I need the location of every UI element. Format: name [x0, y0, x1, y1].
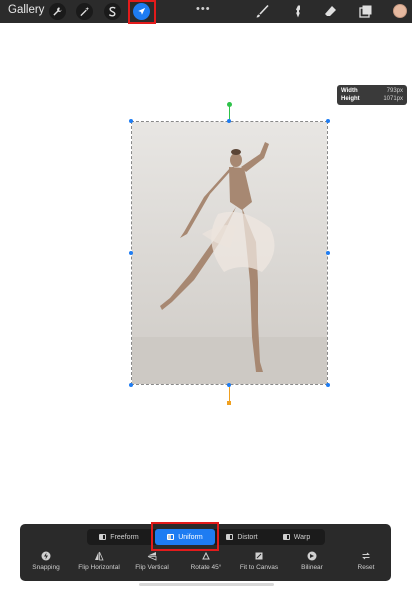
edge-handle-top[interactable] — [227, 119, 231, 123]
anchor-guide-line — [229, 387, 230, 401]
height-label: Height — [341, 96, 360, 102]
more-options-button[interactable]: ••• — [196, 3, 211, 15]
flip-vertical-label: Flip Vertical — [135, 564, 169, 571]
corner-handle-bottom-left[interactable] — [129, 383, 133, 387]
rotate-45-label: Rotate 45° — [190, 564, 222, 571]
active-mode-highlight — [151, 522, 219, 551]
top-toolbar: Gallery ••• — [0, 0, 412, 24]
corner-handle-top-right[interactable] — [326, 119, 330, 123]
selection-s-icon[interactable] — [104, 3, 121, 20]
flip-horizontal-button[interactable]: Flip Horizontal — [76, 551, 122, 571]
reset-arrows-icon — [362, 552, 370, 560]
freeform-icon — [99, 534, 107, 540]
wrench-icon[interactable] — [49, 3, 66, 20]
rotate-45-button[interactable]: Rotate 45° — [186, 551, 226, 571]
fit-to-canvas-button[interactable]: Fit to Canvas — [238, 551, 280, 571]
bilinear-label: Bilinear — [301, 564, 323, 571]
bilinear-icon — [307, 551, 317, 561]
flip-horizontal-icon — [95, 551, 104, 561]
fit-to-canvas-icon — [255, 552, 263, 560]
bilinear-button[interactable]: Bilinear — [296, 551, 328, 571]
active-tool-highlight — [128, 0, 156, 24]
transform-selection-box[interactable] — [131, 121, 328, 385]
mode-distort-label: Distort — [237, 533, 258, 541]
corner-handle-bottom-right[interactable] — [326, 383, 330, 387]
rotation-handle[interactable] — [227, 102, 232, 107]
flip-vertical-button[interactable]: Flip Vertical — [132, 551, 172, 571]
transform-panel: Freeform Uniform Distort Warp Snapping F… — [20, 522, 391, 581]
snapping-label: Snapping — [32, 564, 60, 571]
eraser-icon[interactable] — [322, 3, 339, 20]
distort-icon — [226, 534, 234, 540]
edge-handle-left[interactable] — [129, 251, 133, 255]
magic-wand-icon[interactable] — [76, 3, 93, 20]
size-popover: Width 793px Height 1071px — [337, 85, 407, 105]
flip-horizontal-label: Flip Horizontal — [78, 564, 120, 571]
mode-distort[interactable]: Distort — [212, 529, 272, 545]
mode-freeform[interactable]: Freeform — [89, 529, 149, 545]
layers-icon[interactable] — [357, 3, 374, 20]
snapping-icon — [41, 551, 51, 561]
mode-warp-label: Warp — [293, 533, 311, 541]
reset-button[interactable]: Reset — [348, 551, 384, 571]
width-label: Width — [341, 88, 358, 94]
width-value: 793px — [386, 88, 403, 94]
corner-handle-top-left[interactable] — [129, 119, 133, 123]
gallery-button[interactable]: Gallery — [8, 4, 44, 16]
reset-label: Reset — [357, 564, 375, 571]
brush-icon[interactable] — [254, 3, 271, 20]
size-height-row: Height 1071px — [341, 95, 403, 103]
fit-to-canvas-label: Fit to Canvas — [239, 564, 279, 571]
snapping-button[interactable]: Snapping — [28, 551, 64, 571]
mode-warp[interactable]: Warp — [269, 529, 324, 545]
edge-handle-right[interactable] — [326, 251, 330, 255]
size-width-row: Width 793px — [341, 87, 403, 95]
transform-tools-row: Snapping Flip Horizontal Flip Vertical R… — [20, 551, 391, 579]
flip-vertical-icon — [147, 552, 157, 561]
rotate-icon — [202, 551, 210, 560]
color-swatch[interactable] — [393, 4, 407, 18]
height-value: 1071px — [383, 96, 403, 102]
smudge-icon[interactable] — [288, 3, 305, 20]
home-indicator — [139, 583, 274, 586]
warp-icon — [282, 534, 290, 540]
anchor-point[interactable] — [227, 401, 231, 405]
mode-freeform-label: Freeform — [110, 533, 139, 541]
